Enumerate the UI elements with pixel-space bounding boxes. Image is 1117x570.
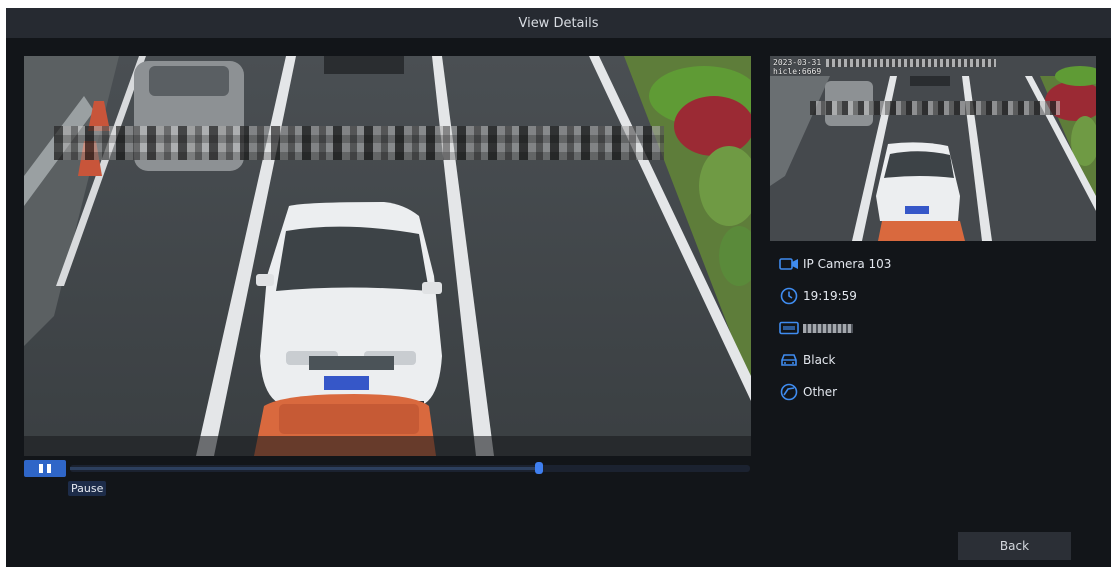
snapshot-image: 2023-03-31 hicle:6669 bbox=[770, 56, 1096, 241]
camera-name: IP Camera 103 bbox=[803, 257, 892, 271]
detail-info-list: IP Camera 103 19:19:59 Black Other bbox=[778, 248, 1098, 408]
video-player[interactable] bbox=[24, 56, 751, 456]
snapshot-frame bbox=[770, 56, 1096, 241]
plate-icon bbox=[778, 319, 800, 337]
pause-icon bbox=[39, 464, 51, 473]
osd-tail: hicle:6669 bbox=[773, 67, 822, 76]
pause-button[interactable] bbox=[24, 460, 66, 477]
clock-icon bbox=[778, 287, 800, 305]
info-plate bbox=[778, 312, 1098, 344]
vehicle-color: Black bbox=[803, 353, 836, 367]
plate-number-masked bbox=[803, 323, 853, 333]
camera-icon bbox=[778, 255, 800, 273]
info-time: 19:19:59 bbox=[778, 280, 1098, 312]
info-camera: IP Camera 103 bbox=[778, 248, 1098, 280]
view-details-dialog: View Details Pause 2023-03-31 hicle:6669… bbox=[6, 8, 1111, 567]
car-icon bbox=[778, 351, 800, 369]
snapshot-privacy-mask bbox=[810, 101, 1060, 115]
privacy-mask bbox=[54, 126, 664, 160]
osd-masked-text bbox=[826, 58, 996, 67]
snapshot-osd: 2023-03-31 hicle:6669 bbox=[773, 58, 996, 76]
vehicle-type-icon bbox=[778, 383, 800, 401]
info-type: Other bbox=[778, 376, 1098, 408]
info-color: Black bbox=[778, 344, 1098, 376]
progress-handle[interactable] bbox=[535, 462, 544, 474]
dialog-title: View Details bbox=[6, 8, 1111, 38]
vehicle-type: Other bbox=[803, 385, 838, 399]
progress-fill bbox=[70, 467, 540, 470]
back-button[interactable]: Back bbox=[958, 532, 1071, 560]
osd-date: 2023-03-31 bbox=[773, 58, 822, 67]
capture-time: 19:19:59 bbox=[803, 289, 857, 303]
video-frame bbox=[24, 56, 751, 456]
pause-tooltip: Pause bbox=[68, 481, 107, 496]
progress-bar[interactable] bbox=[70, 462, 750, 474]
